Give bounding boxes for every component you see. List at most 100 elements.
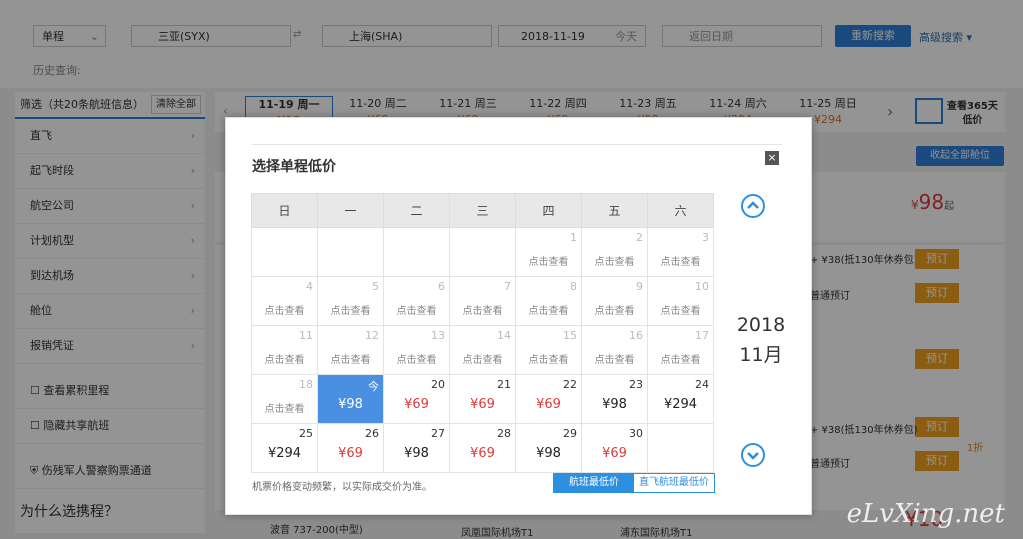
day-number: 23 <box>629 378 643 391</box>
day-number: 21 <box>497 378 511 391</box>
day-number: 4 <box>306 280 313 293</box>
day-number: 16 <box>629 329 643 342</box>
lowest-flight-tab[interactable]: 航班最低价 <box>554 474 634 492</box>
view-price-link[interactable]: 点击查看 <box>318 351 383 366</box>
year-month-label: 2018 11月 <box>736 314 786 366</box>
day-number: 26 <box>365 427 379 440</box>
next-month-icon[interactable] <box>741 443 765 467</box>
day-cell[interactable]: 12 点击查看 <box>317 325 384 375</box>
day-cell[interactable]: 10 点击查看 <box>647 276 714 326</box>
day-cell[interactable]: 1 点击查看 <box>515 227 582 277</box>
day-cell[interactable]: 9 点击查看 <box>581 276 648 326</box>
day-cell[interactable]: 28 ¥69 <box>449 423 516 473</box>
day-price: ¥98 <box>536 446 561 461</box>
day-number: 10 <box>695 280 709 293</box>
prev-month-icon[interactable] <box>741 194 765 218</box>
day-price: ¥69 <box>470 397 495 412</box>
day-number: 今 <box>368 380 379 393</box>
close-icon[interactable]: × <box>765 151 779 165</box>
view-price-link[interactable]: 点击查看 <box>252 351 317 366</box>
view-price-link[interactable]: 点击查看 <box>252 400 317 415</box>
day-price: ¥98 <box>404 446 429 461</box>
view-price-link[interactable]: 点击查看 <box>648 351 713 366</box>
view-price-link[interactable]: 点击查看 <box>450 351 515 366</box>
day-cell[interactable]: 2 点击查看 <box>581 227 648 277</box>
day-number: 22 <box>563 378 577 391</box>
day-cell[interactable]: 29 ¥98 <box>515 423 582 473</box>
day-price: ¥69 <box>602 446 627 461</box>
day-cell[interactable]: 5 点击查看 <box>317 276 384 326</box>
day-cell[interactable]: 20 ¥69 <box>383 374 450 424</box>
day-number: 6 <box>438 280 445 293</box>
low-price-calendar-dialog: 选择单程低价 × 日一二三四五六 1 点击查看 2 点击查看 3 点击查看 4 点击查看 5 点击… <box>225 117 812 515</box>
day-cell[interactable]: 13 点击查看 <box>383 325 450 375</box>
weekday-header: 一 <box>317 193 384 228</box>
empty-day-cell <box>251 227 318 277</box>
today-cell[interactable]: 今 ¥98 <box>317 374 384 424</box>
day-number: 1 <box>570 231 577 244</box>
day-number: 5 <box>372 280 379 293</box>
empty-day-cell <box>647 423 714 473</box>
view-price-link[interactable]: 点击查看 <box>450 302 515 317</box>
view-price-link[interactable]: 点击查看 <box>516 351 581 366</box>
day-number: 2 <box>636 231 643 244</box>
weekday-header: 五 <box>581 193 648 228</box>
day-cell[interactable]: 26 ¥69 <box>317 423 384 473</box>
price-type-switch: 航班最低价 直飞航班最低价 <box>553 473 715 493</box>
day-price: ¥69 <box>404 397 429 412</box>
weekday-header: 日 <box>251 193 318 228</box>
day-price: ¥98 <box>602 397 627 412</box>
view-price-link[interactable]: 点击查看 <box>582 351 647 366</box>
day-price: ¥69 <box>536 397 561 412</box>
view-price-link[interactable]: 点击查看 <box>384 351 449 366</box>
day-number: 27 <box>431 427 445 440</box>
day-cell[interactable]: 16 点击查看 <box>581 325 648 375</box>
day-cell[interactable]: 7 点击查看 <box>449 276 516 326</box>
day-number: 8 <box>570 280 577 293</box>
day-cell[interactable]: 30 ¥69 <box>581 423 648 473</box>
day-cell[interactable]: 8 点击查看 <box>515 276 582 326</box>
day-number: 13 <box>431 329 445 342</box>
day-cell[interactable]: 21 ¥69 <box>449 374 516 424</box>
view-price-link[interactable]: 点击查看 <box>516 302 581 317</box>
watermark: eLvXing.net <box>846 499 1005 529</box>
day-cell[interactable]: 17 点击查看 <box>647 325 714 375</box>
day-cell[interactable]: 24 ¥294 <box>647 374 714 424</box>
view-price-link[interactable]: 点击查看 <box>648 302 713 317</box>
view-price-link[interactable]: 点击查看 <box>582 253 647 268</box>
calendar-grid: 日一二三四五六 1 点击查看 2 点击查看 3 点击查看 4 点击查看 5 点击查看 6 点击查看 7 点… <box>251 193 716 473</box>
day-cell[interactable]: 4 点击查看 <box>251 276 318 326</box>
day-number: 24 <box>695 378 709 391</box>
day-number: 15 <box>563 329 577 342</box>
day-cell[interactable]: 14 点击查看 <box>449 325 516 375</box>
day-cell[interactable]: 6 点击查看 <box>383 276 450 326</box>
day-number: 9 <box>636 280 643 293</box>
day-cell[interactable]: 3 点击查看 <box>647 227 714 277</box>
day-number: 11 <box>299 329 313 342</box>
day-cell[interactable]: 23 ¥98 <box>581 374 648 424</box>
lowest-direct-tab[interactable]: 直飞航班最低价 <box>634 474 714 492</box>
dialog-title: 选择单程低价 <box>252 159 336 175</box>
view-price-link[interactable]: 点击查看 <box>318 302 383 317</box>
day-cell[interactable]: 18 点击查看 <box>251 374 318 424</box>
view-price-link[interactable]: 点击查看 <box>384 302 449 317</box>
day-cell[interactable]: 15 点击查看 <box>515 325 582 375</box>
day-number: 25 <box>299 427 313 440</box>
view-price-link[interactable]: 点击查看 <box>516 253 581 268</box>
day-cell[interactable]: 25 ¥294 <box>251 423 318 473</box>
view-price-link[interactable]: 点击查看 <box>648 253 713 268</box>
weekday-header: 二 <box>383 193 450 228</box>
view-price-link[interactable]: 点击查看 <box>582 302 647 317</box>
day-price: ¥69 <box>338 446 363 461</box>
view-price-link[interactable]: 点击查看 <box>252 302 317 317</box>
day-price: ¥98 <box>338 397 363 412</box>
day-number: 29 <box>563 427 577 440</box>
day-cell[interactable]: 27 ¥98 <box>383 423 450 473</box>
day-number: 20 <box>431 378 445 391</box>
day-number: 3 <box>702 231 709 244</box>
day-cell[interactable]: 22 ¥69 <box>515 374 582 424</box>
day-number: 14 <box>497 329 511 342</box>
day-number: 7 <box>504 280 511 293</box>
day-price: ¥294 <box>267 446 302 461</box>
day-cell[interactable]: 11 点击查看 <box>251 325 318 375</box>
